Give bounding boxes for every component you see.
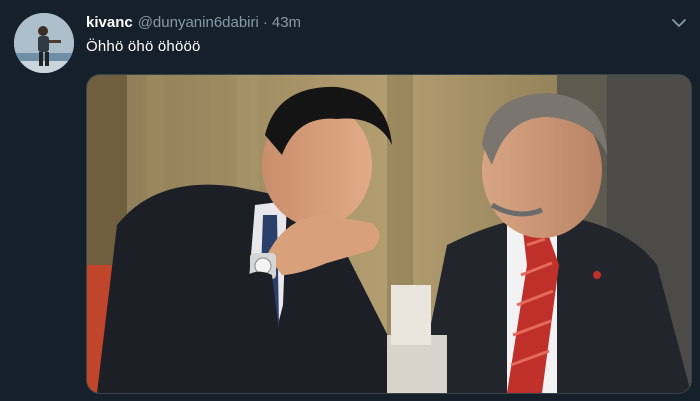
photo-two-men-talking: [87, 75, 691, 393]
tweet-photo[interactable]: [86, 74, 692, 394]
avatar-image: [14, 13, 74, 73]
user-handle[interactable]: @dunyanin6dabiri: [138, 14, 259, 31]
timestamp[interactable]: 43m: [272, 14, 301, 31]
display-name[interactable]: kivanc: [86, 14, 133, 31]
tweet[interactable]: kivanc @dunyanin6dabiri · 43m Öhhö öhö ö…: [0, 0, 700, 401]
separator-dot: ·: [262, 14, 268, 31]
tweet-header: kivanc @dunyanin6dabiri · 43m: [86, 14, 660, 31]
avatar[interactable]: [14, 13, 74, 73]
tweet-text: Öhhö öhö öhööö: [86, 38, 201, 55]
chevron-down-icon[interactable]: [670, 14, 688, 32]
